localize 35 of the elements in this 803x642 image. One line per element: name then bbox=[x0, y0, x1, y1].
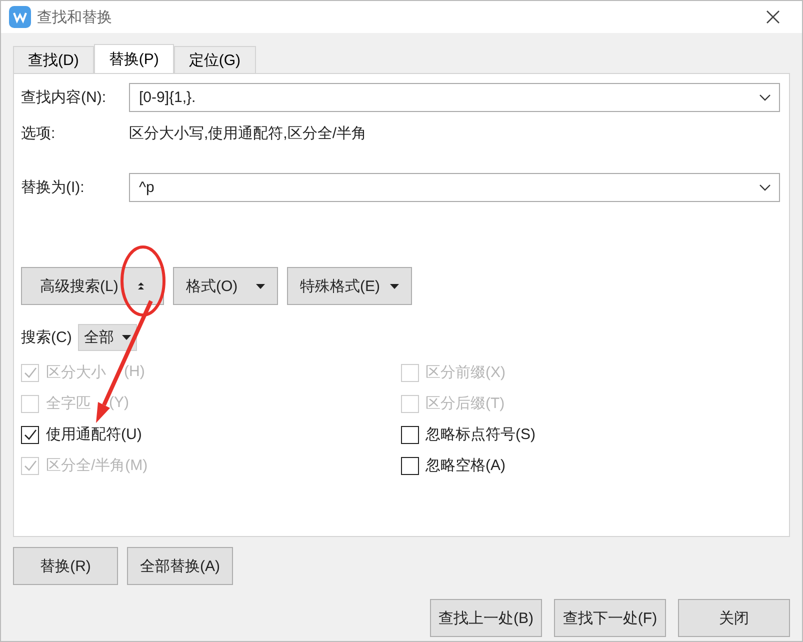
app-logo-icon bbox=[9, 6, 31, 28]
close-icon[interactable] bbox=[766, 10, 780, 24]
checkmark-icon bbox=[24, 460, 36, 471]
field-label: 选项: bbox=[21, 124, 56, 143]
checkbox-option[interactable]: 忽略空格(A) bbox=[400, 454, 780, 477]
dropdown-icon bbox=[256, 284, 265, 288]
dialog-button[interactable]: 查找上一处(B) bbox=[430, 599, 542, 637]
dialog-button[interactable]: 查找下一处(F) bbox=[554, 599, 666, 637]
field-label: 搜索(C) bbox=[21, 328, 72, 347]
window-title: 查找和替换 bbox=[37, 8, 113, 26]
replace-button[interactable]: 替换(R) bbox=[13, 547, 118, 585]
field-label: 查找内容(N): bbox=[21, 88, 107, 107]
checkmark-icon bbox=[24, 367, 36, 378]
checkbox-option[interactable]: 忽略标点符号(S) bbox=[400, 423, 780, 446]
options-summary: 区分大小写,使用通配符,区分全/半角 bbox=[129, 124, 367, 143]
dialog-button[interactable]: 关闭 bbox=[678, 599, 790, 637]
dropdown-icon bbox=[390, 284, 399, 288]
highlight-circle bbox=[120, 246, 166, 316]
tab[interactable]: 替换(P) bbox=[94, 44, 174, 73]
chevron-icon bbox=[759, 184, 771, 192]
replace-button[interactable]: 全部替换(A) bbox=[127, 547, 233, 585]
find-field[interactable]: [0-9]{1,}. bbox=[129, 83, 780, 112]
collapse-icon bbox=[137, 282, 145, 290]
toolbar-button[interactable]: 特殊格式(E) bbox=[287, 267, 412, 305]
tab[interactable]: 查找(D) bbox=[13, 46, 94, 73]
dropdown-icon bbox=[122, 335, 131, 340]
scope-dropdown[interactable]: 全部 bbox=[78, 324, 137, 351]
replace-field[interactable]: ^p bbox=[129, 173, 780, 202]
toolbar-button[interactable]: 高级搜索(L) bbox=[21, 267, 164, 305]
field-label: 替换为(I): bbox=[21, 178, 86, 197]
chevron-icon bbox=[759, 94, 771, 102]
checkbox-option[interactable]: 使用通配符(U) bbox=[21, 423, 400, 446]
tab[interactable]: 定位(G) bbox=[174, 46, 256, 73]
checkmark-icon bbox=[24, 429, 36, 440]
toolbar-button[interactable]: 格式(O) bbox=[173, 267, 278, 305]
